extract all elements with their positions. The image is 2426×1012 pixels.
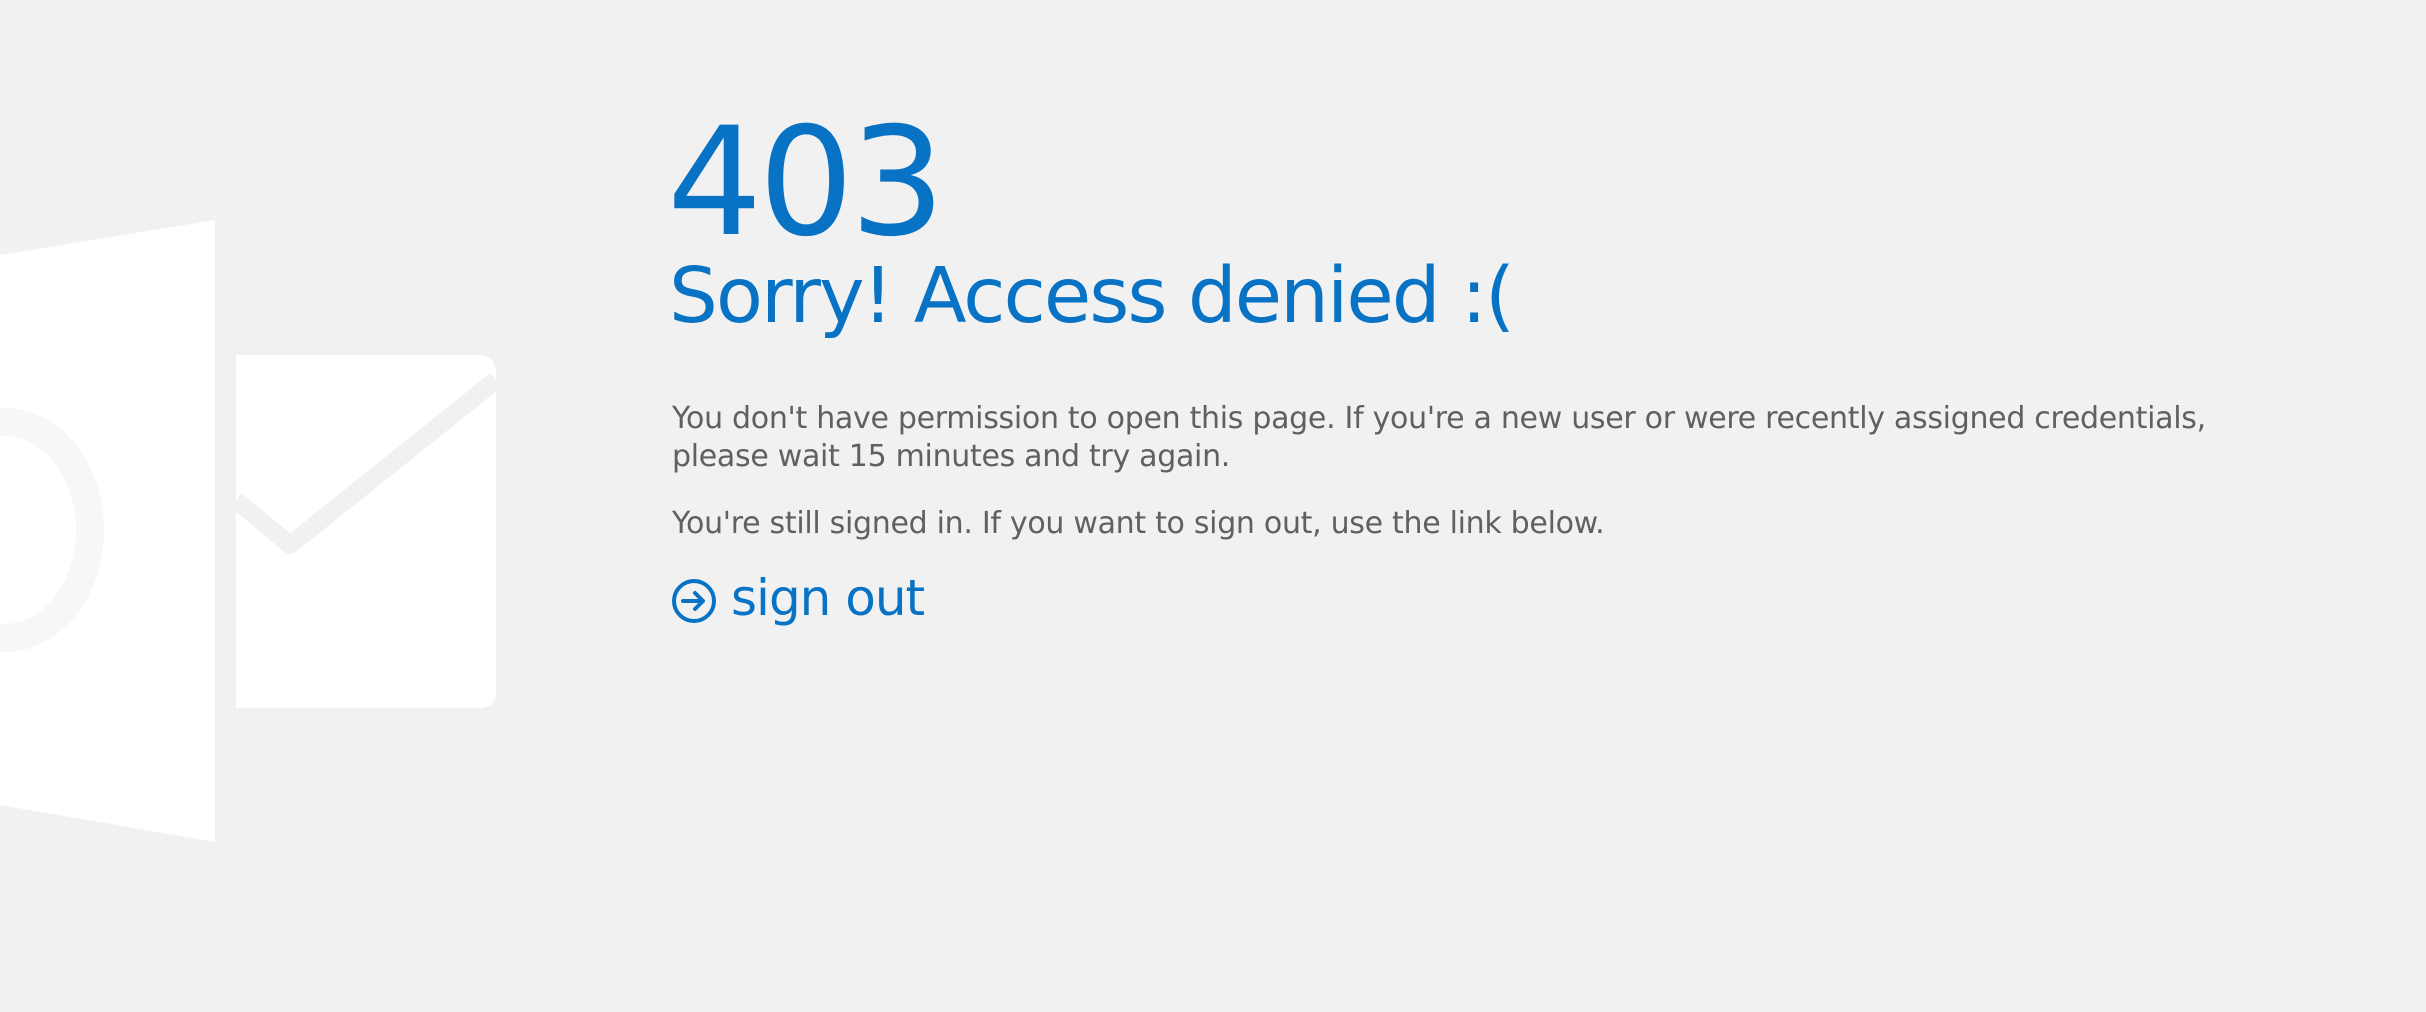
sign-out-link[interactable]: sign out [671,569,925,627]
outlook-logo-icon [0,220,502,842]
error-title: Sorry! Access denied :( [669,252,1515,341]
signed-in-message: You're still signed in. If you want to s… [672,506,1605,541]
arrow-circle-right-icon [672,579,716,623]
error-code: 403 [667,96,945,270]
permission-message: You don't have permission to open this p… [672,401,2206,474]
sign-out-label: sign out [731,569,925,627]
